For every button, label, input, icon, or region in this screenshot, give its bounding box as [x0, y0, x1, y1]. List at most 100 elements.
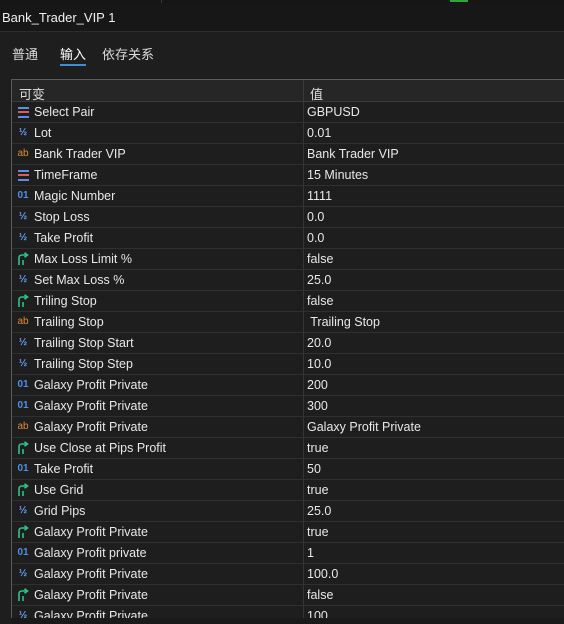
table-row[interactable]: ½ Trailing Stop Start 20.0 [12, 333, 564, 354]
double-icon: ½ [15, 230, 31, 246]
tab-general[interactable]: 普通 [12, 44, 38, 63]
row-value[interactable]: 50 [307, 462, 321, 476]
int-icon: 01 [15, 188, 31, 204]
row-value[interactable]: false [307, 588, 333, 602]
row-value[interactable]: 1111 [307, 189, 332, 203]
double-icon: ½ [15, 272, 31, 288]
table-row[interactable]: Select Pair GBPUSD [12, 102, 564, 123]
double-icon-glyph: ½ [18, 274, 28, 285]
table-row[interactable]: ½ Set Max Loss % 25.0 [12, 270, 564, 291]
table-row[interactable]: Galaxy Profit Private true [12, 522, 564, 543]
row-value[interactable]: 0.0 [307, 210, 324, 224]
table-row[interactable]: Use Close at Pips Profit true [12, 438, 564, 459]
double-icon-glyph: ½ [18, 211, 28, 222]
row-value[interactable]: 10.0 [307, 357, 331, 371]
table-body: Select Pair GBPUSD ½ Lot 0.01 ab Bank Trader V… [12, 102, 564, 619]
row-divider [303, 249, 304, 269]
table-row[interactable]: ½ Trailing Stop Step 10.0 [12, 354, 564, 375]
tab-inputs-label: 输入 [60, 47, 87, 62]
int-icon: 01 [15, 377, 31, 393]
table-row[interactable]: ½ Stop Loss 0.0 [12, 207, 564, 228]
string-icon: ab [15, 146, 31, 162]
table-row[interactable]: ½ Take Profit 0.0 [12, 228, 564, 249]
row-name: Magic Number [34, 189, 116, 203]
tab-dependencies[interactable]: 依存关系 [102, 44, 154, 63]
row-value[interactable]: 25.0 [307, 273, 331, 287]
row-value[interactable]: 1 [307, 546, 314, 560]
tab-inputs[interactable]: 输入 [60, 44, 87, 66]
row-value[interactable]: true [307, 441, 329, 455]
string-icon: ab [15, 314, 31, 330]
table-row[interactable]: ab Trailing Stop Trailing Stop [12, 312, 564, 333]
table-row[interactable]: Use Grid true [12, 480, 564, 501]
row-value[interactable]: true [307, 483, 329, 497]
row-name: Use Grid [34, 483, 84, 497]
table-row[interactable]: TimeFrame 15 Minutes [12, 165, 564, 186]
row-name: Galaxy Profit Private [34, 420, 148, 434]
row-value[interactable]: 20.0 [307, 336, 331, 350]
row-value[interactable]: 100.0 [307, 567, 338, 581]
row-value[interactable]: Trailing Stop [307, 315, 380, 329]
row-value[interactable]: true [307, 525, 329, 539]
row-value[interactable]: 300 [307, 399, 328, 413]
table-row[interactable]: 01 Galaxy Profit private 1 [12, 543, 564, 564]
string-icon-glyph: ab [17, 316, 29, 327]
row-divider [303, 207, 304, 227]
row-value[interactable]: false [307, 294, 333, 308]
row-name: Use Close at Pips Profit [34, 441, 166, 455]
table-row[interactable]: Max Loss Limit % false [12, 249, 564, 270]
bool-icon [15, 440, 31, 456]
row-name: Galaxy Profit Private [34, 378, 148, 392]
table-row[interactable]: Triling Stop false [12, 291, 564, 312]
row-name: Set Max Loss % [34, 273, 125, 287]
row-divider [303, 186, 304, 206]
column-divider[interactable] [303, 80, 304, 101]
table-row[interactable]: ab Galaxy Profit Private Galaxy Profit Pri… [12, 417, 564, 438]
row-name: Trailing Stop [34, 315, 104, 329]
row-name: Galaxy Profit Private [34, 567, 148, 581]
int-icon-glyph: 01 [17, 547, 29, 558]
double-icon-glyph: ½ [18, 127, 28, 138]
table-row[interactable]: ½ Galaxy Profit Private 100.0 [12, 564, 564, 585]
row-divider [303, 123, 304, 143]
table-row[interactable]: 01 Magic Number 1111 [12, 186, 564, 207]
table-row[interactable]: ½ Grid Pips 25.0 [12, 501, 564, 522]
row-value[interactable]: 200 [307, 378, 328, 392]
bool-icon [15, 587, 31, 603]
tab-dependencies-label: 依存关系 [102, 47, 155, 62]
table-row[interactable]: Galaxy Profit Private false [12, 585, 564, 606]
row-value[interactable]: Galaxy Profit Private [307, 420, 421, 434]
row-value[interactable]: 0.01 [307, 126, 331, 140]
tab-bar: 普通 输入 依存关系 [0, 32, 564, 66]
row-divider [303, 417, 304, 437]
row-divider [303, 543, 304, 563]
row-value[interactable]: Bank Trader VIP [307, 147, 399, 161]
row-name: Select Pair [34, 105, 95, 119]
row-name: Galaxy Profit Private [34, 588, 148, 602]
row-divider [303, 375, 304, 395]
panel-bottom-edge [11, 618, 564, 624]
row-divider [303, 396, 304, 416]
row-name: Galaxy Profit private [34, 546, 147, 560]
table-row[interactable]: 01 Galaxy Profit Private 200 [12, 375, 564, 396]
table-row[interactable]: 01 Galaxy Profit Private 300 [12, 396, 564, 417]
window-titlebar: Bank_Trader_VIP 1 [0, 3, 564, 32]
table-row[interactable]: ½ Lot 0.01 [12, 123, 564, 144]
row-value[interactable]: 0.0 [307, 231, 324, 245]
row-value[interactable]: false [307, 252, 333, 266]
double-icon: ½ [15, 566, 31, 582]
row-value[interactable]: 15 Minutes [307, 168, 368, 182]
row-name: Take Profit [34, 231, 94, 245]
double-icon-glyph: ½ [18, 358, 28, 369]
row-name: Take Profit [34, 462, 94, 476]
row-value[interactable]: GBPUSD [307, 105, 360, 119]
table-row[interactable]: ab Bank Trader VIP Bank Trader VIP [12, 144, 564, 165]
table-row[interactable]: 01 Take Profit 50 [12, 459, 564, 480]
row-name: Trailing Stop Step [34, 357, 133, 371]
row-divider [303, 480, 304, 500]
int-icon: 01 [15, 398, 31, 414]
double-icon-glyph: ½ [18, 505, 28, 516]
row-divider [303, 270, 304, 290]
row-divider [303, 312, 304, 332]
row-value[interactable]: 25.0 [307, 504, 331, 518]
